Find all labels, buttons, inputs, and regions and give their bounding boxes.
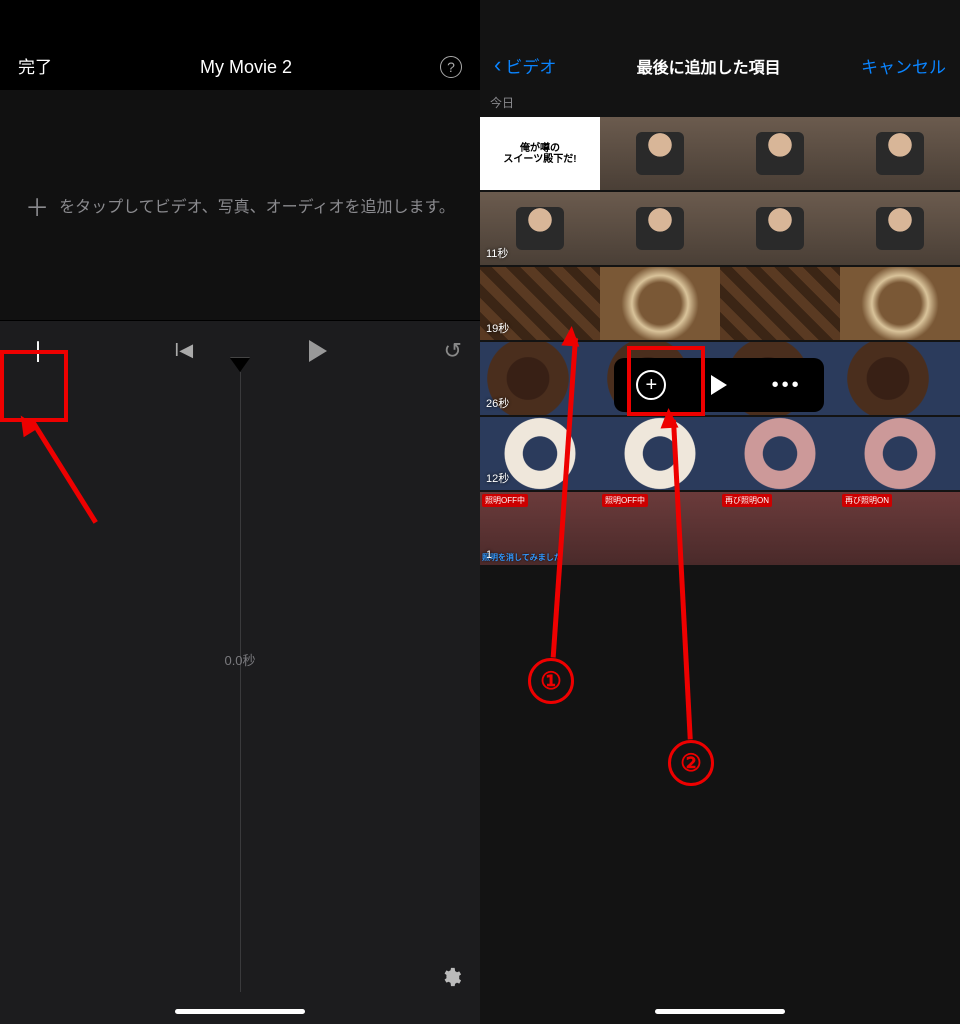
more-actions-button[interactable]: •••	[772, 374, 802, 397]
video-row[interactable]: 俺が噂の スイーツ殿下だ!	[480, 117, 960, 190]
video-thumbnail	[840, 192, 960, 265]
preview-area: ＋ をタップしてビデオ、写真、オーディオを追加します。	[0, 90, 480, 320]
duration-label: 1	[486, 549, 492, 561]
back-label: ビデオ	[505, 53, 556, 78]
plus-icon: ＋	[25, 188, 49, 223]
video-row[interactable]: 照明OFF中 照明を消してみました 照明OFF中 再び照明ON 再び照明ON 1	[480, 492, 960, 565]
done-button[interactable]: 完了	[18, 53, 52, 78]
video-thumbnail	[720, 117, 840, 190]
duration-label: 12秒	[486, 470, 509, 486]
duration-label: 26秒	[486, 395, 509, 411]
video-row[interactable]: 11秒	[480, 192, 960, 265]
section-header-today: 今日	[480, 90, 960, 117]
imovie-editor-screen: 完了 My Movie 2 ? ＋ をタップしてビデオ、写真、オーディオを追加し…	[0, 0, 480, 1024]
project-title: My Movie 2	[200, 57, 292, 78]
hint-text: をタップしてビデオ、写真、オーディオを追加します。	[59, 193, 455, 217]
add-media-hint: ＋ をタップしてビデオ、写真、オーディオを追加します。	[25, 188, 455, 223]
duration-label: 19秒	[486, 320, 509, 336]
settings-button[interactable]	[438, 964, 464, 990]
playhead-line	[240, 372, 241, 992]
home-indicator	[175, 1009, 305, 1014]
editor-header: 完了 My Movie 2 ?	[0, 0, 480, 90]
timeline-time-label: 0.0秒	[224, 650, 255, 669]
playhead-indicator	[230, 358, 250, 372]
video-thumbnail	[600, 117, 720, 190]
video-thumbnail: 再び照明ON	[720, 492, 840, 565]
home-indicator	[655, 1009, 785, 1014]
video-thumbnail: 照明OFF中 照明を消してみました	[480, 492, 600, 565]
video-thumbnail: 再び照明ON	[840, 492, 960, 565]
video-thumbnail	[840, 117, 960, 190]
duration-label: 11秒	[486, 245, 508, 261]
undo-button[interactable]: ↺	[444, 338, 462, 364]
play-button[interactable]	[309, 340, 327, 362]
video-row-selected[interactable]: 19秒	[480, 267, 960, 340]
picker-header: ‹ ビデオ 最後に追加した項目 キャンセル	[480, 0, 960, 90]
video-row[interactable]: 12秒	[480, 417, 960, 490]
annotation-step-1: ①	[528, 658, 574, 704]
help-button[interactable]: ?	[440, 56, 462, 78]
annotation-highlight-add-button	[0, 350, 68, 422]
video-thumbnail	[600, 192, 720, 265]
video-thumbnail	[720, 417, 840, 490]
preview-clip-button[interactable]	[711, 375, 727, 395]
chevron-left-icon: ‹	[494, 52, 501, 78]
video-thumbnail	[720, 192, 840, 265]
skip-back-button[interactable]: I◀	[174, 340, 193, 361]
annotation-arrowhead-1	[561, 325, 580, 346]
video-thumbnail	[600, 267, 720, 340]
cancel-button[interactable]: キャンセル	[861, 53, 946, 78]
back-button[interactable]: ‹ ビデオ	[494, 52, 556, 78]
annotation-highlight-insert-button	[627, 346, 705, 416]
gear-icon	[440, 966, 462, 988]
media-picker-screen: ‹ ビデオ 最後に追加した項目 キャンセル 今日 俺が噂の スイーツ殿下だ! 1…	[480, 0, 960, 1024]
video-thumbnail	[720, 267, 840, 340]
video-thumbnail: 俺が噂の スイーツ殿下だ!	[480, 117, 600, 190]
video-thumbnail	[840, 267, 960, 340]
video-thumbnail	[840, 342, 960, 415]
video-list: 俺が噂の スイーツ殿下だ! 11秒 19秒	[480, 117, 960, 1024]
annotation-step-2: ②	[668, 740, 714, 786]
video-thumbnail	[840, 417, 960, 490]
video-thumbnail: 照明OFF中	[600, 492, 720, 565]
picker-title: 最後に追加した項目	[637, 54, 781, 78]
